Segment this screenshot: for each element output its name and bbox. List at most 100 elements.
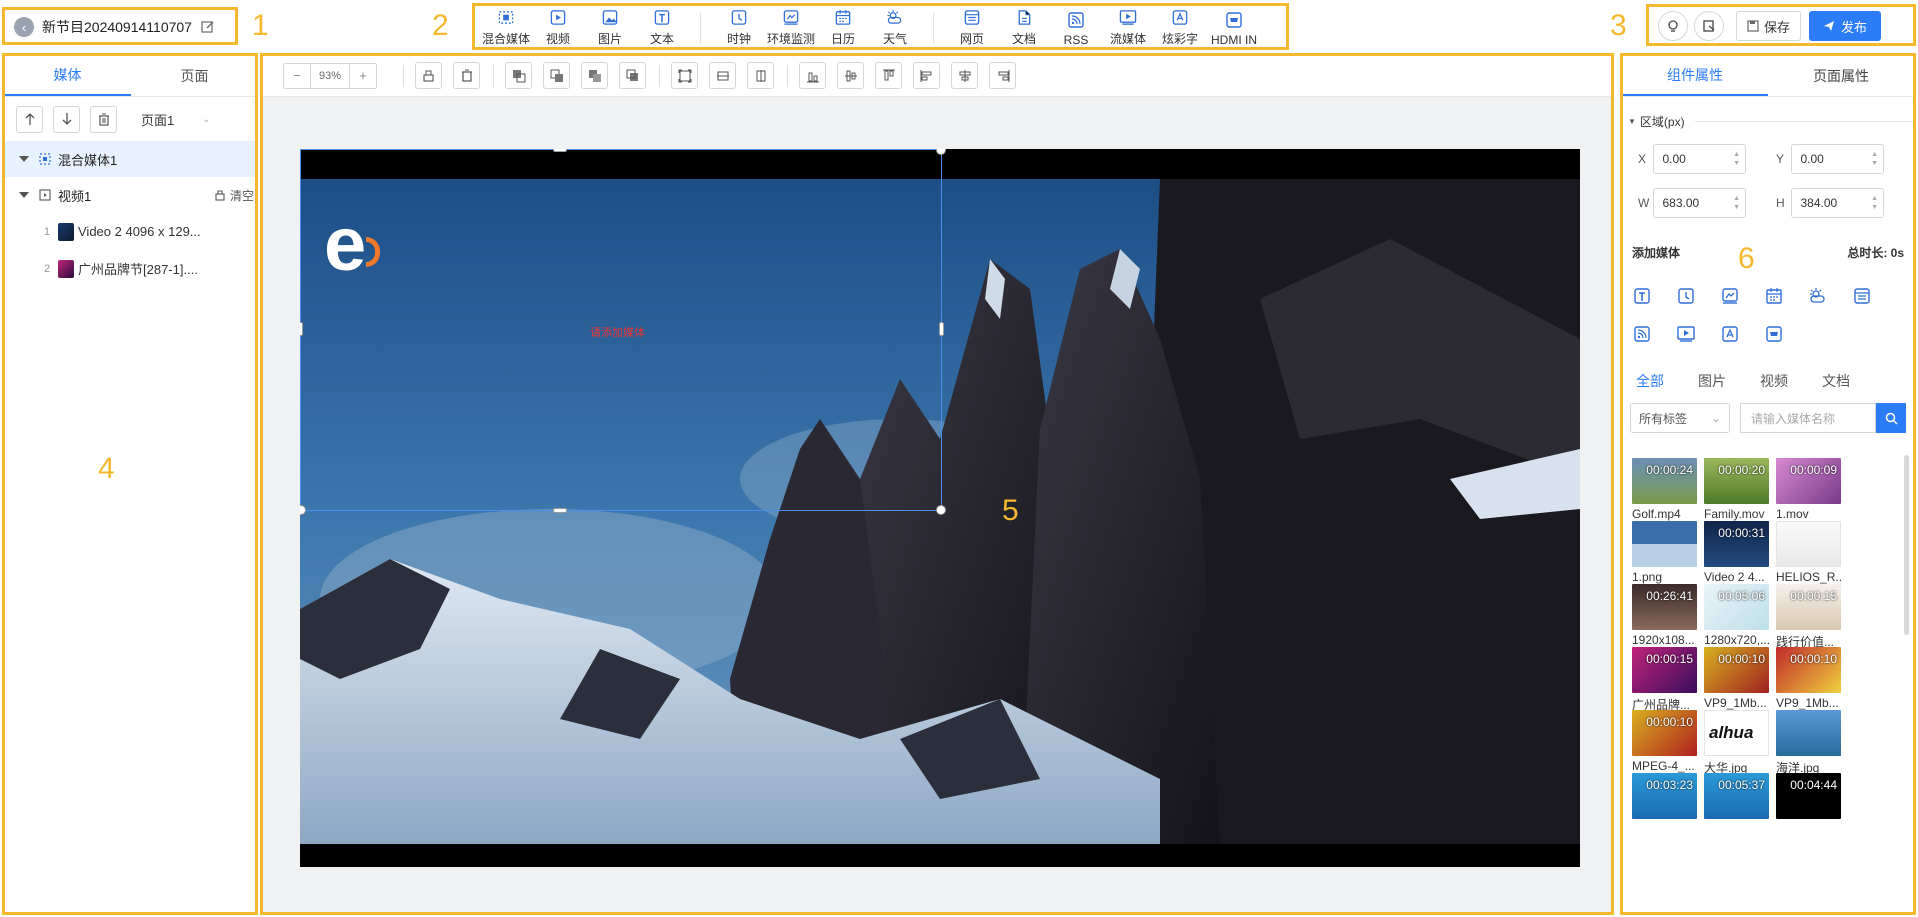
search-button[interactable] — [1876, 403, 1906, 433]
save-button[interactable]: 保存 — [1736, 11, 1802, 41]
w-input[interactable]: 683.00 ▲ ▼ — [1653, 188, 1746, 218]
tree-media-item[interactable]: 1 Video 2 4096 x 129... — [4, 213, 258, 250]
selection-box[interactable] — [300, 149, 946, 515]
media-search-input[interactable]: 请输入媒体名称 — [1740, 403, 1876, 433]
toolbar-weather-button[interactable]: 天气 — [869, 9, 921, 49]
spinner-icon[interactable]: ▲ ▼ — [1871, 150, 1878, 168]
media-card[interactable]: 00:00:10 VP9_1Mb... — [1776, 647, 1841, 710]
resize-handle[interactable] — [553, 508, 567, 513]
toolbar-clock-button[interactable]: 时钟 — [713, 9, 765, 49]
preview-button[interactable] — [1694, 11, 1724, 41]
page-select[interactable]: 页面1 ⌄ — [141, 110, 211, 129]
toolbar-calendar-button[interactable]: 日历 — [817, 9, 869, 49]
toolbar-document-button[interactable]: 文档 — [998, 9, 1050, 49]
bring-forward-button[interactable] — [543, 62, 570, 89]
tag-select[interactable]: 所有标签 ⌄ — [1630, 403, 1730, 433]
y-input[interactable]: 0.00 ▲ ▼ — [1791, 144, 1884, 174]
toolbar-hdmi-button[interactable]: HDMI IN — [1206, 9, 1262, 49]
spinner-icon[interactable]: ▲ ▼ — [1733, 150, 1740, 168]
x-input[interactable]: 0.00 ▲ ▼ — [1653, 144, 1746, 174]
area-section-title[interactable]: ▼ 区域(px) — [1622, 97, 1914, 130]
add-text-button[interactable] — [1632, 277, 1676, 315]
media-card[interactable]: 00:26:41 1920x108... — [1632, 584, 1697, 647]
filter-image[interactable]: 图片 — [1698, 371, 1726, 391]
delete-component-button[interactable] — [453, 62, 480, 89]
media-card[interactable]: 00:00:15 践行价值... — [1776, 584, 1841, 650]
media-card[interactable]: 00:05:06 1280x720,... — [1704, 584, 1769, 647]
add-stream-button[interactable] — [1676, 315, 1720, 353]
tab-page[interactable]: 页面 — [131, 55, 258, 96]
toolbar-env-monitor-button[interactable]: 环境监测 — [765, 9, 817, 49]
toolbar-stream-button[interactable]: 流媒体 — [1102, 9, 1154, 49]
media-card[interactable]: 00:05:37 — [1704, 773, 1769, 822]
fit-width-button[interactable] — [709, 62, 736, 89]
filter-document[interactable]: 文档 — [1822, 371, 1850, 391]
media-card[interactable]: 00:00:09 1.mov — [1776, 458, 1841, 521]
clear-button[interactable]: 清空 — [214, 187, 254, 204]
h-input[interactable]: 384.00 ▲ ▼ — [1791, 188, 1884, 218]
align-vcenter-button[interactable] — [837, 62, 864, 89]
media-card[interactable]: 00:00:15 广州品牌... — [1632, 647, 1697, 713]
add-color-text-button[interactable] — [1720, 315, 1764, 353]
add-hdmi-button[interactable] — [1764, 315, 1808, 353]
align-hcenter-button[interactable] — [951, 62, 978, 89]
toolbar-mixed-media-button[interactable]: 混合媒体 — [480, 9, 532, 49]
tab-media[interactable]: 媒体 — [4, 55, 131, 96]
media-card[interactable]: 00:00:10 MPEG-4_... — [1632, 710, 1697, 773]
resize-handle[interactable] — [939, 322, 944, 336]
media-card[interactable]: 00:00:20 Family.mov — [1704, 458, 1769, 521]
resize-handle[interactable] — [936, 505, 946, 515]
toolbar-color-text-button[interactable]: 炫彩字 — [1154, 9, 1206, 49]
spinner-icon[interactable]: ▲ ▼ — [1871, 194, 1878, 212]
filter-all[interactable]: 全部 — [1636, 371, 1664, 391]
fit-height-button[interactable] — [747, 62, 774, 89]
filter-video[interactable]: 视频 — [1760, 371, 1788, 391]
tab-page-props[interactable]: 页面属性 — [1768, 55, 1914, 96]
resize-handle[interactable] — [553, 149, 567, 152]
add-clock-button[interactable] — [1676, 277, 1720, 315]
toolbar-rss-button[interactable]: RSS — [1050, 9, 1102, 49]
back-icon[interactable]: ‹ — [14, 17, 34, 37]
align-bottom-button[interactable] — [799, 62, 826, 89]
media-card[interactable]: HELIOS_R... — [1776, 521, 1841, 584]
align-right-button[interactable] — [989, 62, 1016, 89]
media-card[interactable]: 00:04:44 — [1776, 773, 1841, 822]
tree-mixed-media[interactable]: 混合媒体1 — [4, 141, 258, 177]
edit-icon[interactable] — [201, 20, 215, 34]
tab-component-props[interactable]: 组件属性 — [1622, 55, 1768, 96]
add-calendar-button[interactable] — [1764, 277, 1808, 315]
caret-down-icon[interactable] — [19, 192, 29, 198]
zoom-in-button[interactable]: + — [350, 68, 376, 83]
fit-screen-button[interactable] — [671, 62, 698, 89]
bring-front-button[interactable] — [505, 62, 532, 89]
publish-button[interactable]: 发布 — [1809, 11, 1882, 41]
align-left-button[interactable] — [913, 62, 940, 89]
media-scrollbar[interactable] — [1904, 455, 1909, 635]
send-backward-button[interactable] — [581, 62, 608, 89]
clear-canvas-button[interactable] — [415, 62, 442, 89]
media-card[interactable]: 海洋.jpg — [1776, 710, 1841, 776]
add-rss-button[interactable] — [1632, 315, 1676, 353]
media-card[interactable]: alhua 大华.jpg — [1704, 710, 1769, 776]
move-down-button[interactable] — [53, 105, 80, 133]
media-card[interactable]: 00:03:23 — [1632, 773, 1697, 822]
add-env-monitor-button[interactable] — [1720, 277, 1764, 315]
media-card[interactable]: 1.png — [1632, 521, 1697, 584]
media-card[interactable]: 00:00:31 Video 2 4... — [1704, 521, 1769, 584]
spinner-icon[interactable]: ▲ ▼ — [1733, 194, 1740, 212]
resize-handle[interactable] — [300, 322, 303, 336]
move-up-button[interactable] — [16, 105, 43, 133]
resize-handle[interactable] — [936, 149, 946, 155]
tree-media-item[interactable]: 2 广州品牌节[287-1].... — [4, 250, 258, 287]
toolbar-text-button[interactable]: 文本 — [636, 9, 688, 49]
caret-down-icon[interactable] — [19, 156, 29, 162]
toolbar-video-button[interactable]: 视频 — [532, 9, 584, 49]
delete-button[interactable] — [90, 105, 117, 133]
tree-video[interactable]: 视频1 清空 — [4, 177, 258, 213]
media-card[interactable]: 00:00:24 Golf.mp4 — [1632, 458, 1697, 521]
send-back-button[interactable] — [619, 62, 646, 89]
preview-stage[interactable]: e 请添加媒体 — [300, 149, 1580, 867]
add-weather-button[interactable] — [1808, 277, 1852, 315]
toolbar-webpage-button[interactable]: 网页 — [946, 9, 998, 49]
media-card[interactable]: 00:00:10 VP9_1Mb... — [1704, 647, 1769, 710]
